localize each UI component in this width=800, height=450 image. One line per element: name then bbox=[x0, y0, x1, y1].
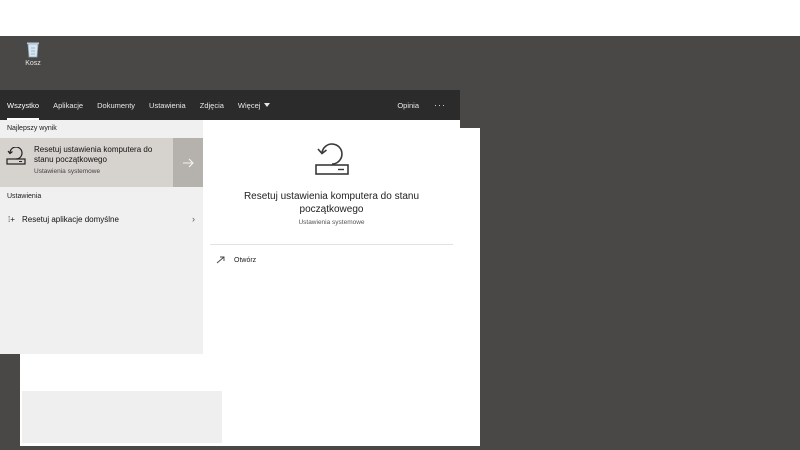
background-window-area bbox=[22, 391, 222, 443]
best-match-subtitle: Ustawienia systemowe bbox=[34, 168, 101, 175]
reset-pc-icon bbox=[315, 143, 349, 175]
tab-more[interactable]: Więcej bbox=[231, 90, 278, 120]
divider bbox=[210, 244, 453, 245]
tab-documents[interactable]: Dokumenty bbox=[90, 90, 142, 120]
tab-apps[interactable]: Aplikacje bbox=[46, 90, 90, 120]
chevron-down-icon bbox=[264, 103, 271, 107]
chevron-right-icon: › bbox=[192, 214, 195, 224]
tab-more-label: Więcej bbox=[237, 100, 261, 110]
preview-subtitle: Ustawienia systemowe bbox=[298, 219, 365, 226]
open-label: Otwórz bbox=[234, 256, 257, 264]
recycle-bin-label: Kosz bbox=[25, 60, 41, 67]
top-strip bbox=[0, 0, 800, 36]
tab-all[interactable]: Wszystko bbox=[0, 90, 46, 120]
settings-item-reset-default-apps[interactable]: ⁞+ Resetuj aplikacje domyślne › bbox=[0, 210, 203, 228]
open-icon bbox=[216, 256, 225, 264]
recycle-bin-icon bbox=[27, 42, 39, 58]
settings-item-label: Resetuj aplikacje domyślne bbox=[22, 214, 119, 224]
more-options-button[interactable]: ··· bbox=[426, 100, 460, 110]
results-panel: Najlepszy wynik Resetuj ustawienia kompu… bbox=[0, 120, 203, 354]
reset-pc-icon bbox=[6, 147, 26, 165]
open-preview-button[interactable] bbox=[173, 138, 203, 187]
preview-panel: Resetuj ustawienia komputera do stanu po… bbox=[203, 120, 460, 354]
tab-settings[interactable]: Ustawienia bbox=[142, 90, 193, 120]
best-match-result: Resetuj ustawienia komputera do stanu po… bbox=[0, 138, 203, 187]
best-match-header: Najlepszy wynik bbox=[7, 125, 57, 132]
reset-apps-icon: ⁞+ bbox=[8, 214, 15, 224]
settings-header: Ustawienia bbox=[7, 193, 42, 200]
best-match-title: Resetuj ustawienia komputera do stanu po… bbox=[34, 145, 153, 164]
arrow-right-icon bbox=[183, 158, 194, 167]
tab-photos[interactable]: Zdjęcia bbox=[193, 90, 231, 120]
feedback-button[interactable]: Opinia bbox=[390, 90, 426, 120]
best-match-item[interactable]: Resetuj ustawienia komputera do stanu po… bbox=[0, 138, 173, 187]
desktop-icon-recycle-bin[interactable]: Kosz bbox=[20, 40, 46, 67]
search-tab-bar: Wszystko Aplikacje Dokumenty Ustawienia … bbox=[0, 90, 460, 120]
preview-title: Resetuj ustawienia komputera do stanu po… bbox=[243, 191, 420, 215]
open-action[interactable]: Otwórz bbox=[216, 256, 256, 264]
